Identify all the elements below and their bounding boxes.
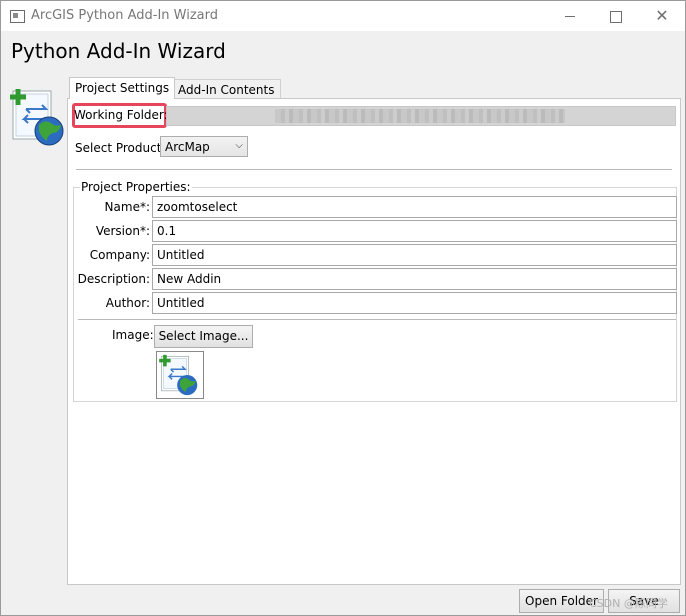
redacted-path <box>275 109 565 123</box>
image-label: Image: <box>112 328 154 342</box>
author-label: Author: <box>105 296 150 310</box>
minimize-button[interactable] <box>547 1 593 31</box>
project-properties-label: Project Properties: <box>80 180 192 194</box>
wizard-window: ArcGIS Python Add-In Wizard ✕ Python Add… <box>0 0 686 616</box>
divider <box>76 169 672 171</box>
description-field[interactable]: New Addin <box>152 268 677 290</box>
version-field[interactable]: 0.1 <box>152 220 677 242</box>
company-label: Company: <box>89 248 150 262</box>
maximize-icon <box>610 10 622 23</box>
select-image-button[interactable]: Select Image... <box>154 325 253 348</box>
chevron-down-icon: ⌵ <box>235 140 243 151</box>
name-field[interactable]: zoomtoselect <box>152 196 677 218</box>
tab-add-in-contents[interactable]: Add-In Contents <box>172 79 281 99</box>
divider <box>78 319 676 321</box>
wizard-panel: Project Settings Add-In Contents Working… <box>67 77 681 585</box>
name-label: Name*: <box>104 200 150 214</box>
app-window-icon <box>10 10 25 23</box>
window-title: ArcGIS Python Add-In Wizard <box>31 8 218 23</box>
watermark: CSDN @陈同学 <box>589 597 668 610</box>
page-title: Python Add-In Wizard <box>11 39 226 63</box>
title-bar[interactable]: ArcGIS Python Add-In Wizard ✕ <box>1 1 685 31</box>
working-folder-field[interactable] <box>166 106 676 126</box>
product-select[interactable]: ArcMap ⌵ <box>160 136 248 157</box>
working-folder-label: Working Folder: <box>74 108 168 122</box>
project-settings-content: Working Folder: Select Product: ArcMap ⌵… <box>67 98 681 585</box>
minimize-icon <box>565 16 575 17</box>
addin-image-thumbnail <box>156 351 204 399</box>
company-field[interactable]: Untitled <box>152 244 677 266</box>
close-icon: ✕ <box>655 6 669 25</box>
addin-wizard-icon <box>9 85 69 149</box>
maximize-button[interactable] <box>593 1 639 31</box>
tab-project-settings[interactable]: Project Settings <box>69 77 176 99</box>
product-select-value: ArcMap <box>165 140 210 154</box>
close-button[interactable]: ✕ <box>639 1 685 31</box>
description-label: Description: <box>77 272 150 286</box>
select-product-label: Select Product: <box>75 141 166 155</box>
author-field[interactable]: Untitled <box>152 292 677 314</box>
version-label: Version*: <box>95 224 150 238</box>
